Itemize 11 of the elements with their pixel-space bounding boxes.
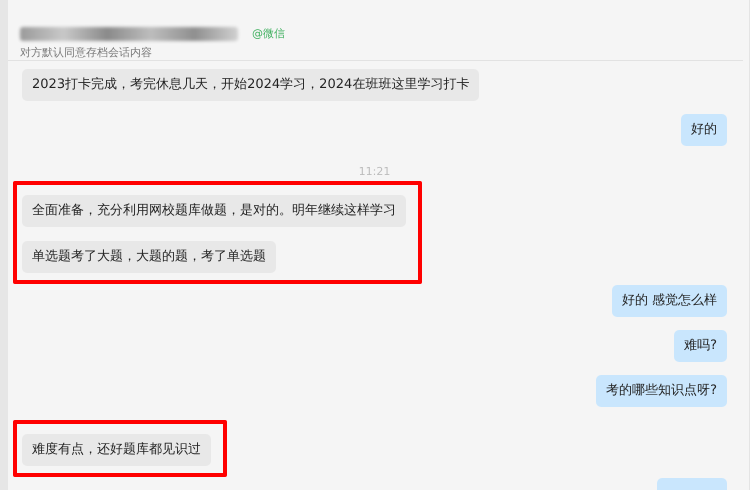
timestamp: 11:21 xyxy=(358,165,390,178)
message-bubble: 好的 xyxy=(681,114,727,146)
message-bubble: 考的哪些知识点呀? xyxy=(596,375,727,407)
message-bubble: 单选题考了大题，大题的题，考了单选题 xyxy=(22,241,276,273)
message-bubble: 难吗? xyxy=(674,330,727,362)
source-label: @微信 xyxy=(252,26,285,41)
message-bubble: 全面准备，充分利用网校题库做题，是对的。明年继续这样学习 xyxy=(22,195,406,227)
message-bubble: 难度有点，还好题库都见识过 xyxy=(22,434,211,466)
message-bubble: 好的 感觉怎么样 xyxy=(612,285,727,317)
message-bubble: 2023打卡完成，考完休息几天，开始2024学习，2024在班班这里学习打卡 xyxy=(22,69,480,101)
archive-notice: 对方默认同意存档会话内容 xyxy=(20,45,153,60)
